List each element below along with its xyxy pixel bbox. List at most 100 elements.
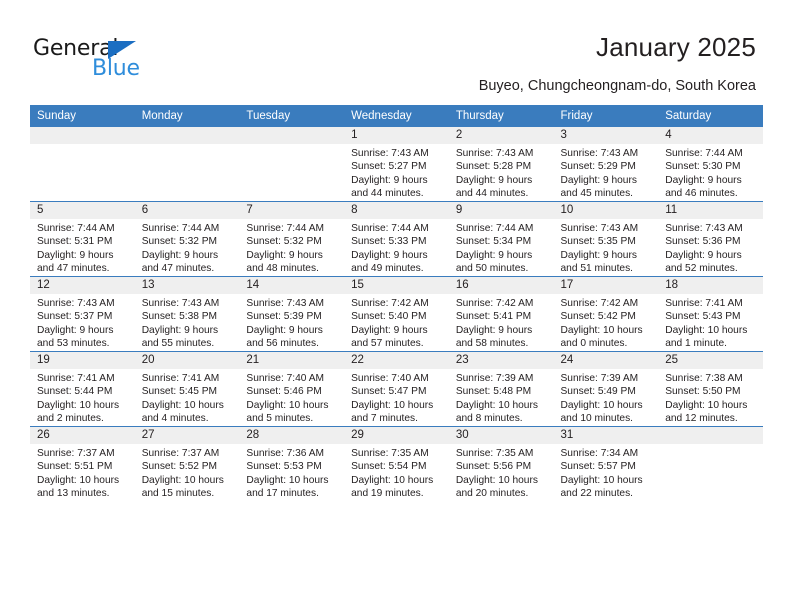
sunrise-text: Sunrise: 7:37 AM [141, 448, 220, 459]
sunrise-text: Sunrise: 7:43 AM [141, 298, 220, 309]
sunset-text: Sunset: 5:57 PM [560, 461, 636, 473]
sunrise-text: Sunrise: 7:44 AM [37, 223, 115, 234]
calendar-day-cell[interactable]: 11 Sunrise: 7:43 AM Sunset: 5:36 PM Dayligh… [658, 201, 763, 277]
day-number: 19 [30, 352, 135, 369]
day-cell-inner [30, 127, 135, 201]
sunset-text: Sunset: 5:36 PM [665, 236, 741, 248]
weekday-header-tuesday: Tuesday [239, 105, 345, 127]
day-cell-inner: 21 Sunrise: 7:40 AM Sunset: 5:46 PM Dayligh… [239, 352, 345, 426]
day-cell-inner [239, 127, 345, 201]
day-number: 7 [239, 202, 345, 219]
calendar-week-row: 1 Sunrise: 7:43 AM Sunset: 5:27 PM Daylight… [30, 127, 763, 202]
day-details: Sunrise: 7:43 AM Sunset: 5:39 PM Daylight:… [239, 294, 344, 351]
day-number [239, 127, 345, 144]
calendar-day-cell[interactable]: 8 Sunrise: 7:44 AM Sunset: 5:33 PM Daylight… [344, 201, 449, 277]
daylight-text-cont: and 22 minutes. [560, 488, 634, 500]
sunset-text: Sunset: 5:42 PM [560, 311, 636, 323]
day-cell-inner: 4 Sunrise: 7:44 AM Sunset: 5:30 PM Daylight… [658, 127, 763, 201]
calendar-day-cell[interactable]: 21 Sunrise: 7:40 AM Sunset: 5:46 PM Dayligh… [239, 351, 345, 427]
daylight-text-cont: and 17 minutes. [246, 488, 319, 500]
day-number: 11 [658, 202, 763, 219]
daylight-text-cont: and 48 minutes. [246, 263, 319, 275]
daylight-text: Daylight: 9 hours [455, 174, 533, 186]
calendar-day-cell[interactable]: 14 Sunrise: 7:43 AM Sunset: 5:39 PM Dayligh… [239, 276, 345, 352]
calendar-day-cell[interactable]: 29 Sunrise: 7:35 AM Sunset: 5:54 PM Dayligh… [344, 426, 449, 501]
sunset-text: Sunset: 5:54 PM [351, 461, 427, 473]
daylight-text: Daylight: 10 hours [141, 399, 224, 411]
general-blue-logo[interactable]: General Blue [33, 36, 213, 84]
calendar-day-cell[interactable]: 7 Sunrise: 7:44 AM Sunset: 5:32 PM Daylight… [239, 201, 345, 277]
calendar-day-cell[interactable]: 31 Sunrise: 7:34 AM Sunset: 5:57 PM Dayligh… [553, 426, 659, 501]
calendar-day-cell[interactable]: 20 Sunrise: 7:41 AM Sunset: 5:45 PM Dayligh… [134, 351, 240, 427]
day-number: 6 [134, 202, 240, 219]
day-number: 17 [553, 277, 659, 294]
calendar-table: Sunday Monday Tuesday Wednesday Thursday Frid… [30, 105, 763, 501]
weekday-header-friday: Friday [553, 105, 659, 127]
sunrise-text: Sunrise: 7:35 AM [455, 448, 534, 459]
day-number: 1 [344, 127, 449, 144]
calendar-day-cell-empty [30, 127, 135, 202]
calendar-day-cell[interactable]: 30 Sunrise: 7:35 AM Sunset: 5:56 PM Dayligh… [448, 426, 554, 501]
day-number: 18 [658, 277, 763, 294]
daylight-text: Daylight: 10 hours [665, 399, 748, 411]
sunset-text: Sunset: 5:39 PM [246, 311, 322, 323]
calendar-day-cell[interactable]: 23 Sunrise: 7:39 AM Sunset: 5:48 PM Dayligh… [448, 351, 554, 427]
calendar-day-cell[interactable]: 17 Sunrise: 7:42 AM Sunset: 5:42 PM Dayligh… [553, 276, 659, 352]
calendar-day-cell[interactable]: 19 Sunrise: 7:41 AM Sunset: 5:44 PM Dayligh… [30, 351, 135, 427]
day-cell-inner: 17 Sunrise: 7:42 AM Sunset: 5:42 PM Dayligh… [553, 277, 659, 351]
daylight-text-cont: and 53 minutes. [37, 338, 110, 350]
sunset-text: Sunset: 5:31 PM [37, 236, 113, 248]
day-number: 10 [553, 202, 659, 219]
calendar-day-cell[interactable]: 6 Sunrise: 7:44 AM Sunset: 5:32 PM Daylight… [134, 201, 240, 277]
day-number: 3 [553, 127, 659, 144]
sunset-text: Sunset: 5:34 PM [455, 236, 532, 248]
sunrise-text: Sunrise: 7:38 AM [665, 373, 743, 384]
sunrise-text: Sunrise: 7:42 AM [455, 298, 534, 309]
calendar-day-cell-empty [239, 127, 345, 202]
calendar-week-row: 26 Sunrise: 7:37 AM Sunset: 5:51 PM Dayligh… [30, 426, 763, 501]
daylight-text-cont: and 5 minutes. [246, 413, 314, 425]
calendar-day-cell[interactable]: 10 Sunrise: 7:43 AM Sunset: 5:35 PM Dayligh… [553, 201, 659, 277]
calendar-day-cell[interactable]: 4 Sunrise: 7:44 AM Sunset: 5:30 PM Daylight… [658, 127, 763, 202]
day-number: 31 [553, 427, 659, 444]
calendar-day-cell[interactable]: 16 Sunrise: 7:42 AM Sunset: 5:41 PM Dayligh… [448, 276, 554, 352]
calendar-day-cell[interactable]: 15 Sunrise: 7:42 AM Sunset: 5:40 PM Dayligh… [344, 276, 449, 352]
sunset-text: Sunset: 5:28 PM [455, 161, 532, 173]
calendar-day-cell[interactable]: 13 Sunrise: 7:43 AM Sunset: 5:38 PM Dayligh… [134, 276, 240, 352]
daylight-text: Daylight: 10 hours [560, 324, 643, 336]
day-number: 20 [134, 352, 240, 369]
day-number: 30 [448, 427, 554, 444]
daylight-text-cont: and 57 minutes. [351, 338, 424, 350]
calendar-day-cell[interactable]: 28 Sunrise: 7:36 AM Sunset: 5:53 PM Dayligh… [239, 426, 345, 501]
calendar-day-cell[interactable]: 5 Sunrise: 7:44 AM Sunset: 5:31 PM Daylight… [30, 201, 135, 277]
calendar-day-cell[interactable]: 24 Sunrise: 7:39 AM Sunset: 5:49 PM Dayligh… [553, 351, 659, 427]
calendar-day-cell[interactable]: 26 Sunrise: 7:37 AM Sunset: 5:51 PM Dayligh… [30, 426, 135, 501]
sunrise-text: Sunrise: 7:37 AM [37, 448, 115, 459]
calendar-day-cell[interactable]: 1 Sunrise: 7:43 AM Sunset: 5:27 PM Daylight… [344, 127, 449, 202]
day-details: Sunrise: 7:41 AM Sunset: 5:44 PM Daylight:… [30, 369, 135, 426]
day-details [658, 444, 763, 447]
calendar-day-cell[interactable]: 18 Sunrise: 7:41 AM Sunset: 5:43 PM Dayligh… [658, 276, 763, 352]
sunrise-text: Sunrise: 7:44 AM [351, 223, 429, 234]
sunrise-text: Sunrise: 7:42 AM [351, 298, 429, 309]
day-cell-inner: 14 Sunrise: 7:43 AM Sunset: 5:39 PM Dayligh… [239, 277, 345, 351]
weekday-header-saturday: Saturday [658, 105, 763, 127]
calendar-day-cell[interactable]: 22 Sunrise: 7:40 AM Sunset: 5:47 PM Dayligh… [344, 351, 449, 427]
day-number: 12 [30, 277, 135, 294]
daylight-text: Daylight: 9 hours [351, 324, 428, 336]
calendar-day-cell[interactable]: 2 Sunrise: 7:43 AM Sunset: 5:28 PM Daylight… [448, 127, 554, 202]
day-details: Sunrise: 7:44 AM Sunset: 5:32 PM Daylight:… [239, 219, 344, 276]
daylight-text-cont: and 8 minutes. [455, 413, 523, 425]
calendar-day-cell[interactable]: 27 Sunrise: 7:37 AM Sunset: 5:52 PM Dayligh… [134, 426, 240, 501]
day-number: 28 [239, 427, 345, 444]
calendar-day-cell[interactable]: 12 Sunrise: 7:43 AM Sunset: 5:37 PM Dayligh… [30, 276, 135, 352]
day-details: Sunrise: 7:43 AM Sunset: 5:37 PM Daylight:… [30, 294, 135, 351]
day-number: 24 [553, 352, 659, 369]
calendar-day-cell[interactable]: 25 Sunrise: 7:38 AM Sunset: 5:50 PM Dayligh… [658, 351, 763, 427]
calendar-week-row: 12 Sunrise: 7:43 AM Sunset: 5:37 PM Dayligh… [30, 276, 763, 352]
sunrise-text: Sunrise: 7:43 AM [246, 298, 324, 309]
calendar-day-cell[interactable]: 9 Sunrise: 7:44 AM Sunset: 5:34 PM Daylight… [448, 201, 554, 277]
calendar-day-cell[interactable]: 3 Sunrise: 7:43 AM Sunset: 5:29 PM Daylight… [553, 127, 659, 202]
day-cell-inner: 20 Sunrise: 7:41 AM Sunset: 5:45 PM Dayligh… [134, 352, 240, 426]
daylight-text-cont: and 52 minutes. [665, 263, 738, 275]
